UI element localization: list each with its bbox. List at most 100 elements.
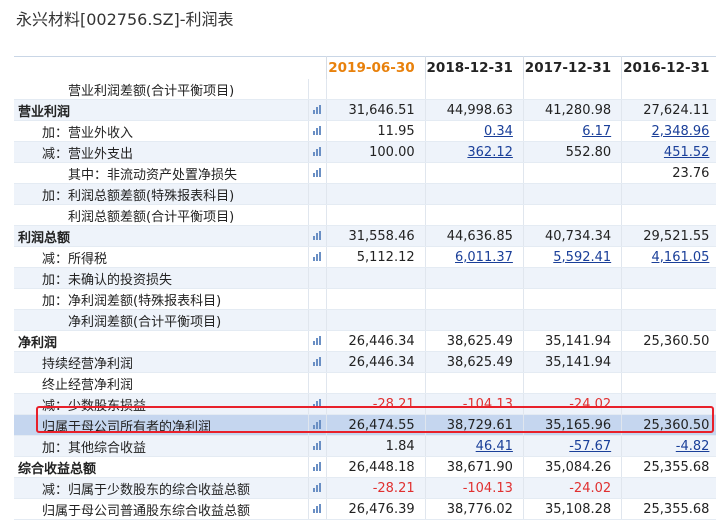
value-cell[interactable]: 0.34 xyxy=(425,120,524,142)
chart-button-cell[interactable] xyxy=(308,456,328,478)
bar-chart-icon[interactable] xyxy=(313,146,322,156)
column-header[interactable]: 2019-06-30 xyxy=(326,56,426,79)
chart-button-cell[interactable] xyxy=(308,351,328,373)
table-row: 归属于母公司所有者的净利润 26,474.55 38,729.61 35,165.96… xyxy=(14,414,716,436)
table-row: 加：未确认的投资损失 xyxy=(14,267,716,289)
value-text: -104.13 xyxy=(462,480,513,496)
table-row: 终止经营净利润 xyxy=(14,372,716,394)
bar-chart-icon[interactable] xyxy=(313,230,322,240)
value-cell xyxy=(621,79,716,100)
bar-chart-icon[interactable] xyxy=(313,440,322,450)
value-link[interactable]: 6,011.37 xyxy=(455,250,513,265)
row-label: 持续经营净利润 xyxy=(14,351,310,373)
chart-button-cell[interactable] xyxy=(308,435,328,457)
value-link[interactable]: 46.41 xyxy=(476,439,513,454)
chart-button-cell[interactable] xyxy=(308,120,328,142)
value-cell[interactable]: 6.17 xyxy=(523,120,623,142)
value-cell xyxy=(621,183,716,205)
value-link[interactable]: 0.34 xyxy=(484,124,513,139)
value-cell xyxy=(425,204,524,226)
value-text: 29,521.55 xyxy=(643,228,710,244)
value-cell: 31,646.51 xyxy=(326,99,426,121)
value-cell[interactable]: 451.52 xyxy=(621,141,716,163)
value-cell xyxy=(326,183,426,205)
value-link[interactable]: 4,161.05 xyxy=(652,250,710,265)
value-link[interactable]: 2,348.96 xyxy=(652,124,710,139)
chart-button-cell[interactable] xyxy=(308,414,328,436)
bar-chart-icon[interactable] xyxy=(313,335,322,345)
value-cell: -28.21 xyxy=(326,393,426,415)
value-cell[interactable]: 2,348.96 xyxy=(621,120,716,142)
chart-button-cell[interactable] xyxy=(308,99,328,121)
chart-button-cell[interactable] xyxy=(308,162,328,184)
bar-chart-icon[interactable] xyxy=(313,461,322,471)
value-text: 25,360.50 xyxy=(643,417,710,433)
value-text: 100.00 xyxy=(369,144,415,160)
bar-chart-icon[interactable] xyxy=(313,167,322,177)
table-row: 加：其他综合收益 1.84 46.41 -57.67 -4.82 xyxy=(14,435,716,457)
value-cell xyxy=(523,267,623,289)
chart-button-cell xyxy=(308,267,328,289)
bar-chart-icon[interactable] xyxy=(313,104,322,114)
value-link[interactable]: -4.82 xyxy=(676,439,710,454)
chart-button-cell[interactable] xyxy=(308,225,328,247)
chart-button-cell[interactable] xyxy=(308,330,328,352)
value-link[interactable]: 6.17 xyxy=(582,124,611,139)
table-row: 加：利润总额差额(特殊报表科目) xyxy=(14,183,716,205)
value-cell: 1.84 xyxy=(326,435,426,457)
row-label: 利润总额差额(合计平衡项目) xyxy=(14,204,310,226)
bar-chart-icon[interactable] xyxy=(313,503,322,513)
value-cell: 23.76 xyxy=(621,162,716,184)
row-label: 加：营业外收入 xyxy=(14,120,310,142)
value-cell xyxy=(425,309,524,331)
header-label-cell xyxy=(14,56,309,79)
value-cell: 25,355.68 xyxy=(621,456,716,478)
value-cell xyxy=(425,372,524,394)
value-cell[interactable]: -57.67 xyxy=(523,435,623,457)
value-text: 35,165.96 xyxy=(544,417,612,433)
row-label: 净利润差额(合计平衡项目) xyxy=(14,309,310,331)
value-link[interactable]: -57.67 xyxy=(569,439,611,454)
chart-button-cell[interactable] xyxy=(308,393,328,415)
value-text: 25,355.68 xyxy=(643,501,710,517)
chart-button-cell[interactable] xyxy=(308,477,328,499)
value-cell xyxy=(326,79,426,100)
value-link[interactable]: 362.12 xyxy=(467,145,513,160)
column-header[interactable]: 2017-12-31 xyxy=(523,56,623,79)
value-cell: 26,476.39 xyxy=(326,498,426,520)
bar-chart-icon[interactable] xyxy=(313,419,322,429)
header-icon-cell xyxy=(308,56,328,79)
table-row: 持续经营净利润 26,446.34 38,625.49 35,141.94 xyxy=(14,351,716,373)
value-cell[interactable]: 362.12 xyxy=(425,141,524,163)
bar-chart-icon[interactable] xyxy=(313,125,322,135)
row-label: 加：其他综合收益 xyxy=(14,435,310,457)
column-header[interactable]: 2016-12-31 xyxy=(621,56,716,79)
value-cell[interactable]: 6,011.37 xyxy=(425,246,524,268)
value-text: 25,355.68 xyxy=(643,459,710,475)
value-link[interactable]: 5,592.41 xyxy=(553,250,611,265)
bar-chart-icon[interactable] xyxy=(313,251,322,261)
value-cell: 35,108.28 xyxy=(523,498,623,520)
bar-chart-icon[interactable] xyxy=(313,398,322,408)
value-text: 41,280.98 xyxy=(544,102,612,118)
value-cell: 40,734.34 xyxy=(523,225,623,247)
value-cell xyxy=(621,204,716,226)
value-cell: 35,084.26 xyxy=(523,456,623,478)
chart-button-cell[interactable] xyxy=(308,141,328,163)
value-cell xyxy=(621,267,716,289)
value-cell[interactable]: 5,592.41 xyxy=(523,246,623,268)
value-text: 38,776.02 xyxy=(446,501,513,517)
chart-button-cell[interactable] xyxy=(308,246,328,268)
bar-chart-icon[interactable] xyxy=(313,482,322,492)
value-cell: 25,360.50 xyxy=(621,414,716,436)
bar-chart-icon[interactable] xyxy=(313,356,322,366)
value-link[interactable]: 451.52 xyxy=(664,145,710,160)
value-text: 26,474.55 xyxy=(348,417,415,433)
value-cell[interactable]: 4,161.05 xyxy=(621,246,716,268)
chart-button-cell[interactable] xyxy=(308,498,328,520)
value-cell[interactable]: -4.82 xyxy=(621,435,716,457)
value-cell[interactable]: 46.41 xyxy=(425,435,524,457)
column-header[interactable]: 2018-12-31 xyxy=(425,56,524,79)
table-row: 减：归属于少数股东的综合收益总额 -28.21 -104.13 -24.02 xyxy=(14,477,716,499)
row-label: 营业利润差额(合计平衡项目) xyxy=(14,79,310,100)
